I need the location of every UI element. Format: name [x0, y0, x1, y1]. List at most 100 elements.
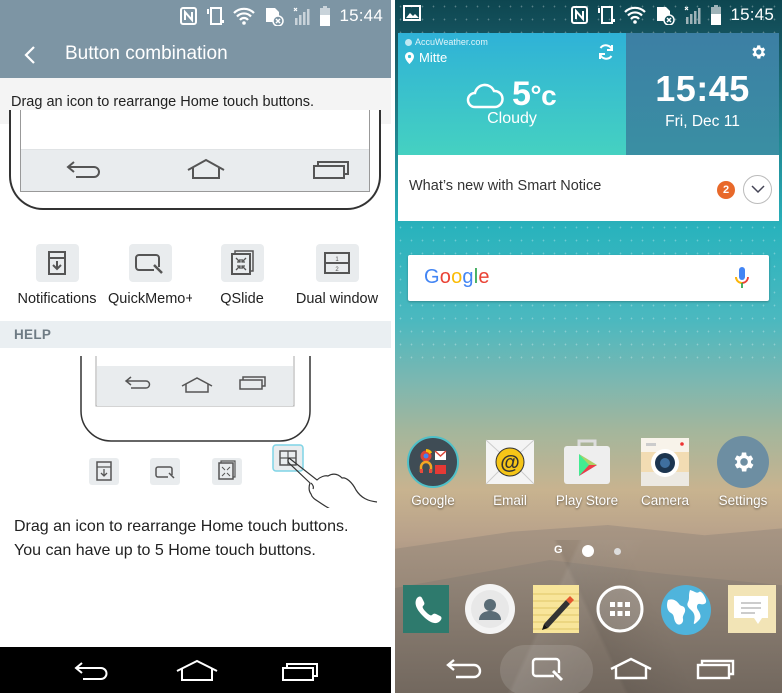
quickmemo-icon: [135, 254, 163, 274]
help-text-line: Drag an icon to rearrange Home touch but…: [14, 518, 349, 535]
cloud-icon: [466, 83, 504, 108]
app-label: Settings: [718, 493, 768, 508]
app-email[interactable]: @ Email: [475, 436, 545, 508]
qslide-icon: [231, 250, 254, 275]
qslide-icon: [212, 458, 242, 485]
home-button[interactable]: [172, 657, 222, 685]
temperature-unit: °c: [530, 80, 557, 111]
weather-widget[interactable]: AccuWeather.com Mitte 5°c Cloudy: [398, 33, 626, 155]
left-screen: 15:44 Button combination Drag an icon to…: [0, 0, 391, 693]
recents-button[interactable]: [275, 657, 325, 685]
home-icon: [176, 659, 218, 681]
gallery-icon: [403, 5, 421, 21]
google-search-bar[interactable]: Google: [408, 255, 769, 301]
available-buttons: Notifications QuickMemo+ QSlide 12 Dual …: [0, 244, 391, 314]
app-google-folder[interactable]: Google: [398, 436, 468, 508]
play-store-icon: [561, 436, 613, 488]
app-label: Email: [493, 493, 527, 508]
help-illustration: [0, 348, 391, 512]
weather-condition: Cloudy: [487, 110, 537, 127]
status-time: 15:45: [730, 5, 774, 24]
smart-notice-text: What’s new with Smart Notice: [409, 178, 602, 194]
app-label: Camera: [640, 493, 689, 508]
app-label: Play Store: [555, 493, 619, 508]
back-icon[interactable]: [65, 158, 105, 182]
app-camera[interactable]: Camera: [630, 436, 700, 508]
home-icon[interactable]: [186, 158, 226, 182]
recents-icon: [696, 659, 735, 680]
page-indicator: G: [395, 544, 782, 558]
button-option-quickmemo[interactable]: QuickMemo+: [104, 244, 196, 307]
back-button[interactable]: [68, 657, 118, 685]
clock-widget[interactable]: 15:45 Fri, Dec 11: [626, 33, 779, 155]
vibrate-icon: [598, 6, 616, 24]
chevron-left-icon[interactable]: [20, 41, 46, 69]
app-label: Google: [411, 493, 455, 508]
right-screen: 15:45 AccuWeather.com Mitte 5°c Cloudy 1…: [395, 0, 782, 693]
microphone-icon[interactable]: [735, 266, 749, 290]
expand-button[interactable]: [743, 175, 772, 204]
status-bar: 15:45: [395, 0, 782, 30]
page-dot-current[interactable]: [582, 545, 594, 557]
quickmemo-icon: [150, 458, 180, 485]
nfc-icon: [571, 6, 589, 24]
settings-icon: [717, 436, 769, 488]
nfc-icon: [180, 7, 198, 25]
memo-icon[interactable]: [531, 584, 581, 634]
camera-icon: [639, 436, 691, 488]
weather-location: Mitte: [419, 50, 448, 65]
svg-text:@: @: [500, 452, 520, 474]
clock-date: Fri, Dec 11: [665, 113, 740, 130]
notifications-icon: [48, 251, 66, 275]
email-icon: @: [484, 436, 536, 488]
no-sim-icon: [266, 8, 285, 26]
button-preview: [9, 110, 381, 210]
battery-icon: [711, 5, 722, 25]
quickmemo-button[interactable]: [523, 652, 573, 686]
signal-icon: [294, 7, 310, 25]
quickmemo-icon: [531, 657, 564, 682]
recents-icon: [282, 663, 318, 681]
status-time: 15:44: [339, 6, 383, 25]
chevron-down-icon: [750, 185, 765, 194]
back-button[interactable]: [440, 652, 490, 686]
button-option-qslide[interactable]: QSlide: [197, 244, 287, 307]
google-page-indicator[interactable]: G: [554, 544, 563, 556]
button-option-dual-window[interactable]: 12 Dual window: [287, 244, 387, 307]
smart-notice-card[interactable]: What’s new with Smart Notice 2: [398, 155, 779, 221]
back-icon: [74, 662, 108, 680]
app-settings[interactable]: Settings: [708, 436, 778, 508]
phone-icon[interactable]: [401, 584, 451, 634]
signal-icon: [685, 6, 701, 24]
app-play-store[interactable]: Play Store: [552, 436, 622, 508]
preview-navbar: [21, 149, 369, 191]
dual-window-icon: 12: [324, 252, 350, 274]
recents-button[interactable]: [691, 652, 741, 686]
weather-provider: AccuWeather.com: [415, 37, 488, 47]
page-title: Button combination: [65, 43, 228, 64]
wifi-icon: [233, 7, 256, 25]
help-header: HELP: [0, 321, 391, 348]
button-option-label: QSlide: [220, 291, 264, 307]
contacts-icon[interactable]: [465, 584, 515, 634]
button-option-notifications[interactable]: Notifications: [12, 244, 102, 307]
gear-icon[interactable]: [749, 43, 767, 61]
dual-window-icon: [272, 444, 304, 472]
apps-drawer-icon[interactable]: [595, 584, 645, 634]
browser-icon[interactable]: [660, 584, 711, 635]
battery-icon: [320, 6, 331, 26]
google-logo: Google: [424, 266, 490, 288]
help-text: Drag an icon to rearrange Home touch but…: [14, 515, 348, 563]
recents-icon[interactable]: [311, 158, 351, 182]
no-sim-icon: [657, 7, 676, 25]
clock-time: 15:45: [655, 68, 750, 109]
messaging-icon[interactable]: [726, 584, 776, 634]
app-bar: Button combination: [0, 32, 391, 78]
notifications-icon: [89, 458, 119, 485]
home-button[interactable]: [606, 652, 656, 686]
google-folder-icon: [407, 436, 459, 488]
page-dot[interactable]: [614, 548, 621, 555]
status-bar: 15:44: [0, 0, 391, 32]
refresh-icon[interactable]: [597, 43, 615, 61]
button-option-label: Dual window: [295, 291, 379, 307]
